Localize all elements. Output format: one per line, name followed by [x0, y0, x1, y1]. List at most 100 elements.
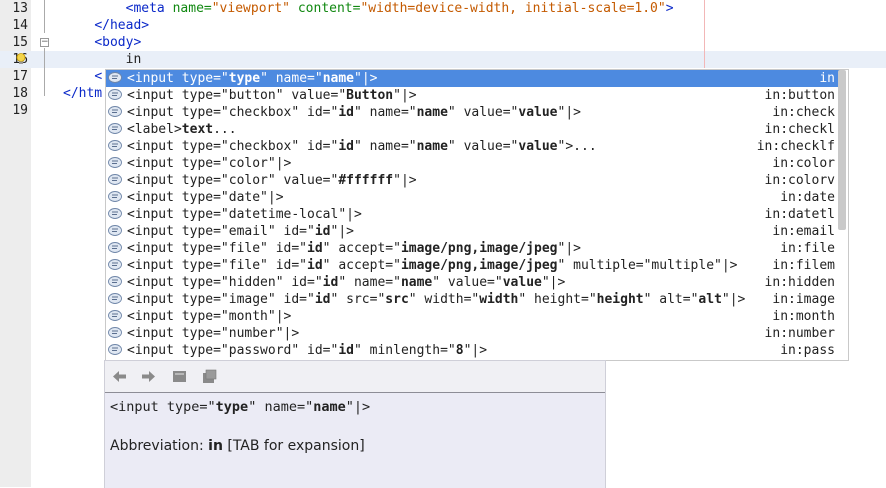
completion-item-icon [108, 225, 122, 236]
line-number: 15 [12, 35, 28, 50]
completion-item[interactable]: <input type="file" id="id" accept="image… [106, 257, 841, 274]
completion-item-abbreviation: in:pass [780, 343, 835, 358]
completion-item-text: <input type="email" id="id"|> [127, 224, 354, 239]
editor-line[interactable]: 15 <body> [0, 34, 886, 51]
completion-item-text: <input type="hidden" id="id" name="name"… [127, 275, 566, 290]
open-external-icon[interactable] [201, 368, 218, 385]
completion-item-icon [108, 123, 122, 134]
completion-item-abbreviation: in:image [772, 292, 835, 307]
completion-item[interactable]: <input type="email" id="id"|> in:email [106, 223, 841, 240]
completion-item[interactable]: <input type="number"|> in:number [106, 325, 841, 342]
completion-item-icon [108, 106, 122, 117]
completion-item-icon [108, 276, 122, 287]
fold-guide [44, 0, 45, 33]
documentation-toolbar [105, 361, 605, 393]
completion-item-abbreviation: in:check [772, 105, 835, 120]
completion-item-abbreviation: in:checklf [756, 139, 835, 154]
completion-item-abbreviation: in [819, 71, 835, 86]
completion-item-abbreviation: in:file [780, 241, 835, 256]
fold-toggle-icon[interactable]: − [40, 38, 49, 47]
completion-item-abbreviation: in:checkl [764, 122, 835, 137]
completion-item[interactable]: <input type="checkbox" id="id" name="nam… [106, 138, 841, 155]
completion-item-icon [108, 344, 122, 355]
completion-item-text: <label>text... [127, 122, 237, 137]
line-number: 18 [12, 86, 28, 101]
completion-item[interactable]: <label>text... in:checkl [106, 121, 841, 138]
completion-item-icon [108, 208, 122, 219]
right-margin-line [704, 0, 705, 68]
completion-item[interactable]: <input type="hidden" id="id" name="name"… [106, 274, 841, 291]
abbreviation-info: Abbreviation: in [TAB for expansion] [110, 438, 365, 454]
completion-item-text: <input type="button" value="Button"|> [127, 88, 417, 103]
completion-item-abbreviation: in:month [772, 309, 835, 324]
completion-item-abbreviation: in:number [764, 326, 835, 341]
completion-item[interactable]: <input type="color"|> in:color [106, 155, 841, 172]
completion-item-icon [108, 327, 122, 338]
completion-item-abbreviation: in:filem [772, 258, 835, 273]
editor-line[interactable]: 14 </head> [0, 17, 886, 34]
completion-item[interactable]: <input type="date"|> in:date [106, 189, 841, 206]
code-text[interactable]: <body> [63, 34, 141, 51]
completion-item-icon [108, 140, 122, 151]
completion-item-text: <input type="image" id="id" src="src" wi… [127, 292, 746, 307]
completion-item-abbreviation: in:color [772, 156, 835, 171]
line-number: 13 [12, 1, 28, 16]
completion-item-text: <input type="color"|> [127, 156, 292, 171]
completion-item-icon [108, 174, 122, 185]
completion-item[interactable]: <input type="button" value="Button"|> in:… [106, 87, 841, 104]
code-text[interactable]: in [63, 51, 142, 68]
code-text[interactable]: <meta name="viewport" content="width=dev… [63, 0, 674, 17]
completion-item-text: <input type="date"|> [127, 190, 284, 205]
abbreviation-value: in [208, 438, 223, 454]
completion-item-abbreviation: in:colorv [764, 173, 835, 188]
completion-popup: <input type="type" name="name"|> in <input… [105, 69, 849, 361]
completion-item-icon [108, 242, 122, 253]
completion-item-text: <input type="password" id="id" minlength… [127, 343, 488, 358]
completion-item[interactable]: <input type="color" value="#ffffff"|> in:… [106, 172, 841, 189]
completion-item-text: <input type="type" name="name"|> [127, 71, 378, 86]
documentation-code: <input type="type" name="name"|> [110, 399, 371, 415]
editor-line[interactable]: 16 in [0, 51, 886, 68]
completion-item-text: <input type="file" id="id" accept="image… [127, 241, 581, 256]
completion-item-icon [108, 293, 122, 304]
completion-item-abbreviation: in:hidden [764, 275, 835, 290]
completion-item-abbreviation: in:date [780, 190, 835, 205]
completion-item[interactable]: <input type="image" id="id" src="src" wi… [106, 291, 841, 308]
editor-line[interactable]: 13 <meta name="viewport" content="width=… [0, 0, 886, 17]
line-number: 17 [12, 69, 28, 84]
completion-item[interactable]: <input type="type" name="name"|> in [106, 70, 841, 87]
completion-item[interactable]: <input type="checkbox" id="id" name="nam… [106, 104, 841, 121]
completion-item-icon [108, 72, 122, 83]
documentation-popup: <input type="type" name="name"|> Abbrevi… [104, 360, 606, 488]
open-source-icon[interactable] [171, 368, 188, 385]
completion-item-abbreviation: in:email [772, 224, 835, 239]
completion-item-icon [108, 310, 122, 321]
completion-item-text: <input type="number"|> [127, 326, 300, 341]
abbreviation-hint: [TAB for expansion] [227, 438, 365, 454]
completion-item-icon [108, 89, 122, 100]
completion-item[interactable]: <input type="file" id="id" accept="image… [106, 240, 841, 257]
completion-item-text: <input type="checkbox" id="id" name="nam… [127, 105, 581, 120]
line-number: 14 [12, 18, 28, 33]
completion-item-icon [108, 157, 122, 168]
code-text[interactable]: < [63, 68, 102, 85]
completion-scrollbar-thumb[interactable] [838, 70, 846, 230]
hint-bulb-icon[interactable] [16, 53, 26, 65]
completion-item-icon [108, 259, 122, 270]
completion-item[interactable]: <input type="datetime-local"|> in:datetl [106, 206, 841, 223]
completion-item-abbreviation: in:button [764, 88, 835, 103]
completion-item[interactable]: <input type="password" id="id" minlength… [106, 342, 841, 359]
forward-arrow-icon[interactable] [140, 368, 157, 385]
abbreviation-label: Abbreviation: [110, 438, 204, 454]
completion-item-text: <input type="color" value="#ffffff"|> [127, 173, 417, 188]
completion-item-text: <input type="file" id="id" accept="image… [127, 258, 738, 273]
code-text[interactable]: </head> [63, 17, 149, 34]
completion-item-abbreviation: in:datetl [764, 207, 835, 222]
completion-item-icon [108, 191, 122, 202]
completion-item-text: <input type="month"|> [127, 309, 292, 324]
line-number: 19 [12, 103, 28, 118]
fold-guide [44, 48, 45, 96]
completion-item[interactable]: <input type="month"|> in:month [106, 308, 841, 325]
code-text[interactable]: </htm [63, 85, 102, 102]
back-arrow-icon[interactable] [111, 368, 128, 385]
